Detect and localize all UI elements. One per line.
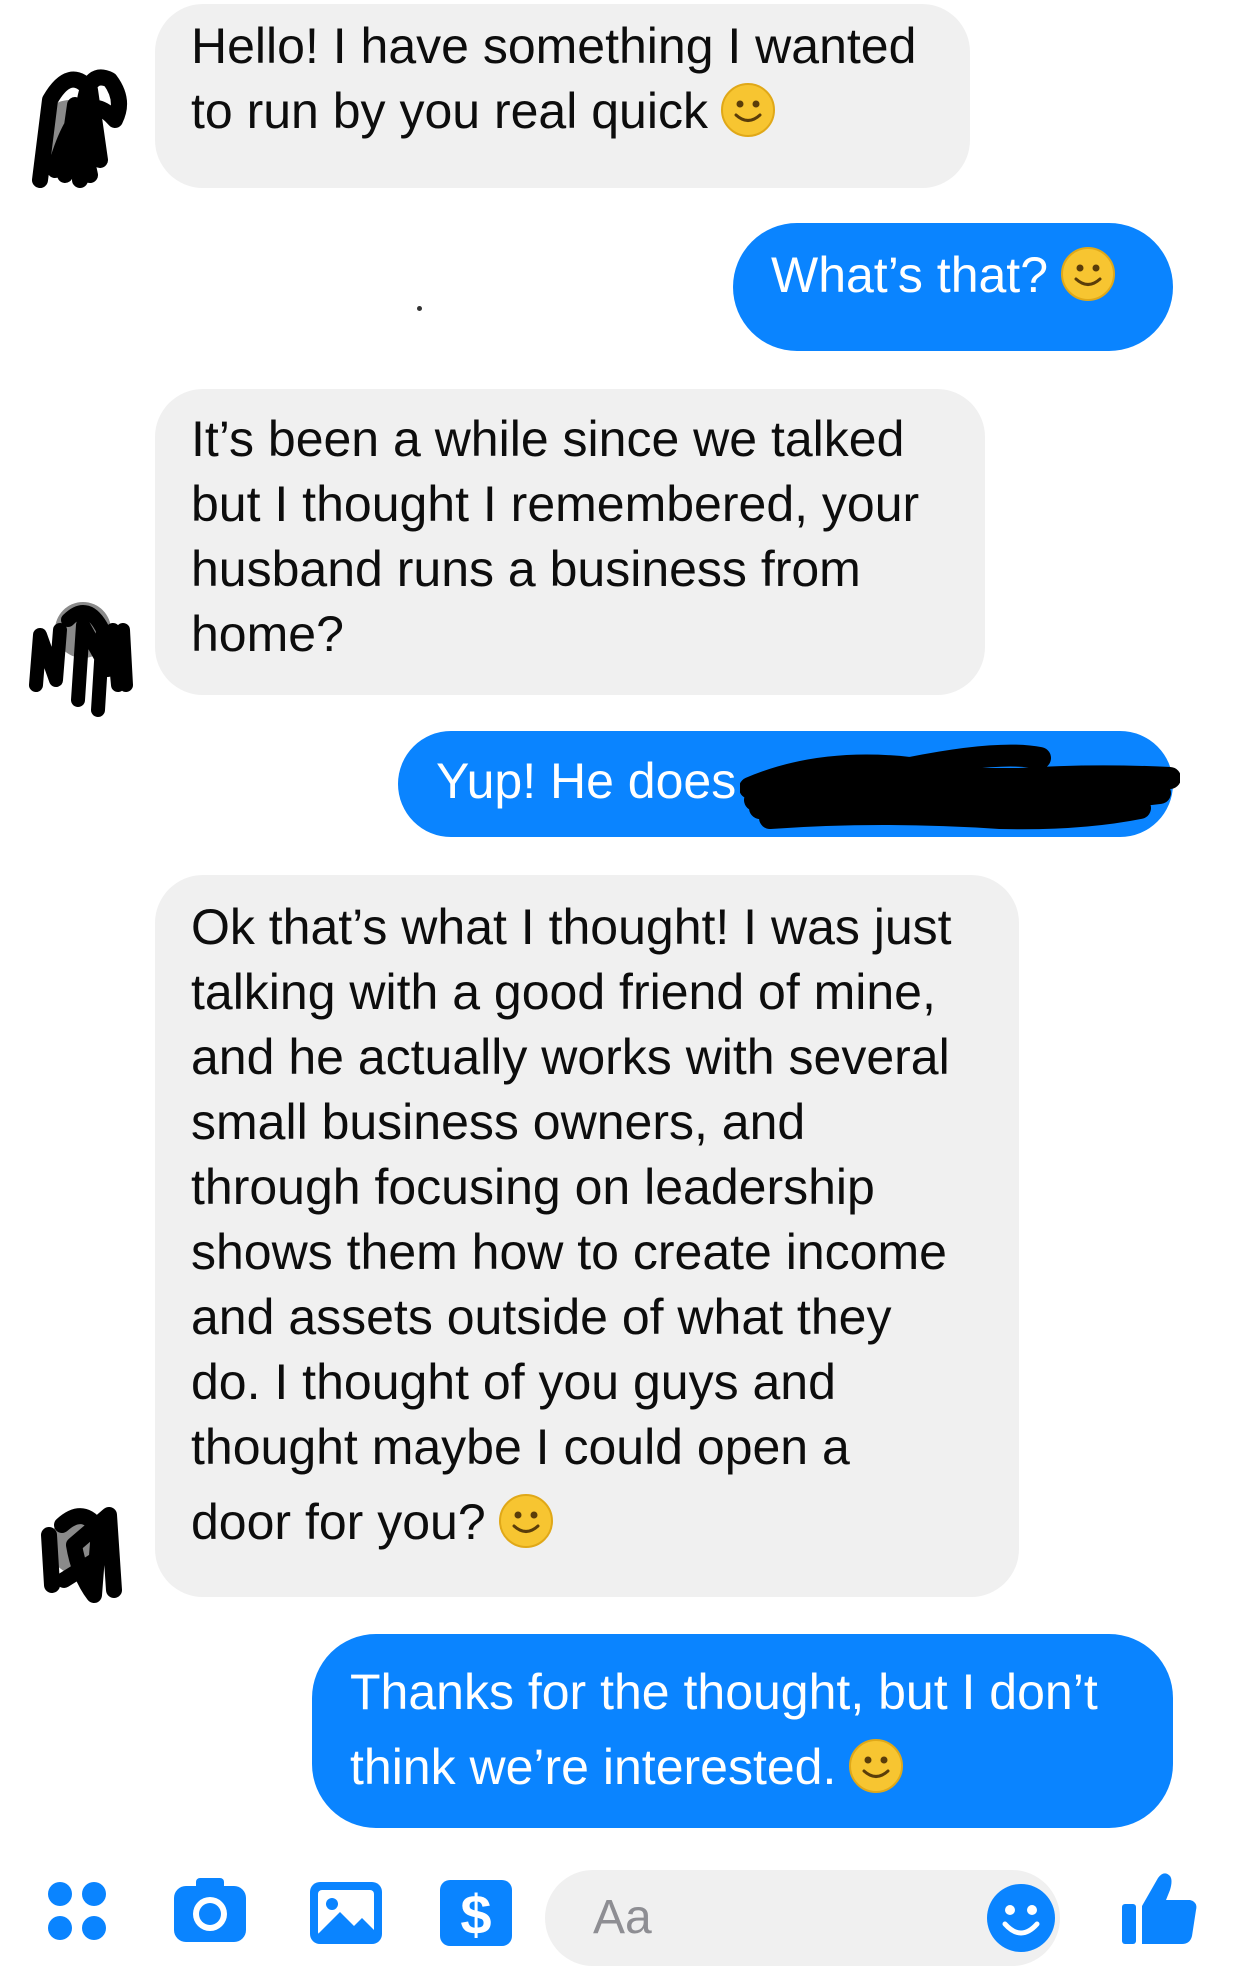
photo-icon[interactable] [306, 1872, 386, 1952]
message-bubble-incoming[interactable]: Hello! I have something I wanted to run … [155, 4, 970, 188]
smiley-emoji-icon [848, 1738, 904, 1794]
message-line: thought maybe I could open a [191, 1419, 850, 1475]
emoji-icon[interactable] [985, 1882, 1057, 1954]
stray-dot [417, 306, 422, 311]
message-line: through focusing on leadership [191, 1159, 875, 1215]
avatar [28, 590, 133, 720]
message-line-text: What’s that? [771, 247, 1049, 303]
smiley-emoji-icon [498, 1493, 554, 1549]
message-bubble-incoming[interactable]: It’s been a while since we talked but I … [155, 389, 985, 695]
message-line: small business owners, and [191, 1094, 806, 1150]
message-line: talking with a good friend of mine, [191, 964, 936, 1020]
message-line-with-emoji: think we’re interested. [350, 1735, 1137, 1800]
more-icon[interactable] [40, 1872, 120, 1952]
smiley-emoji-icon [720, 82, 776, 138]
smiley-emoji-icon [1060, 246, 1116, 302]
payment-icon[interactable]: $ [436, 1872, 516, 1952]
camera-icon[interactable] [170, 1872, 250, 1952]
message-line: shows them how to create income [191, 1224, 947, 1280]
message-line: do. I thought of you guys and [191, 1354, 836, 1410]
redaction-scribble [739, 738, 1181, 838]
message-bubble-outgoing[interactable]: Thanks for the thought, but I don’t thin… [312, 1634, 1173, 1828]
message-line: but I thought I remembered, your [191, 476, 920, 532]
message-line-text: door for you? [191, 1494, 486, 1550]
message-line-text: to run by you real quick [191, 83, 708, 139]
message-line: husband runs a business from [191, 541, 861, 597]
message-input[interactable]: Aa [545, 1870, 1060, 1966]
svg-text:$: $ [460, 1883, 491, 1946]
message-line: Thanks for the thought, but I don’t [350, 1664, 1098, 1720]
message-line-with-emoji: What’s that? [771, 243, 1137, 308]
avatar [34, 1485, 134, 1615]
avatar [30, 60, 130, 190]
message-input-placeholder: Aa [593, 1891, 652, 1944]
composer-bar: $ Aa [0, 1850, 1242, 1982]
message-line: It’s been a while since we talked [191, 411, 905, 467]
message-line: and he actually works with several [191, 1029, 950, 1085]
message-line: Ok that’s what I thought! I was just [191, 899, 952, 955]
message-bubble-outgoing[interactable]: What’s that? [733, 223, 1173, 351]
message-line: Hello! I have something I wanted [191, 18, 917, 74]
message-line: and assets outside of what they [191, 1289, 892, 1345]
message-line-with-emoji: door for you? [191, 1490, 983, 1555]
message-line-with-emoji: to run by you real quick [191, 79, 934, 144]
message-line: home? [191, 606, 344, 662]
message-line-text: think we’re interested. [350, 1739, 837, 1795]
like-icon[interactable] [1118, 1866, 1198, 1946]
message-bubble-incoming[interactable]: Ok that’s what I thought! I was just tal… [155, 875, 1019, 1597]
